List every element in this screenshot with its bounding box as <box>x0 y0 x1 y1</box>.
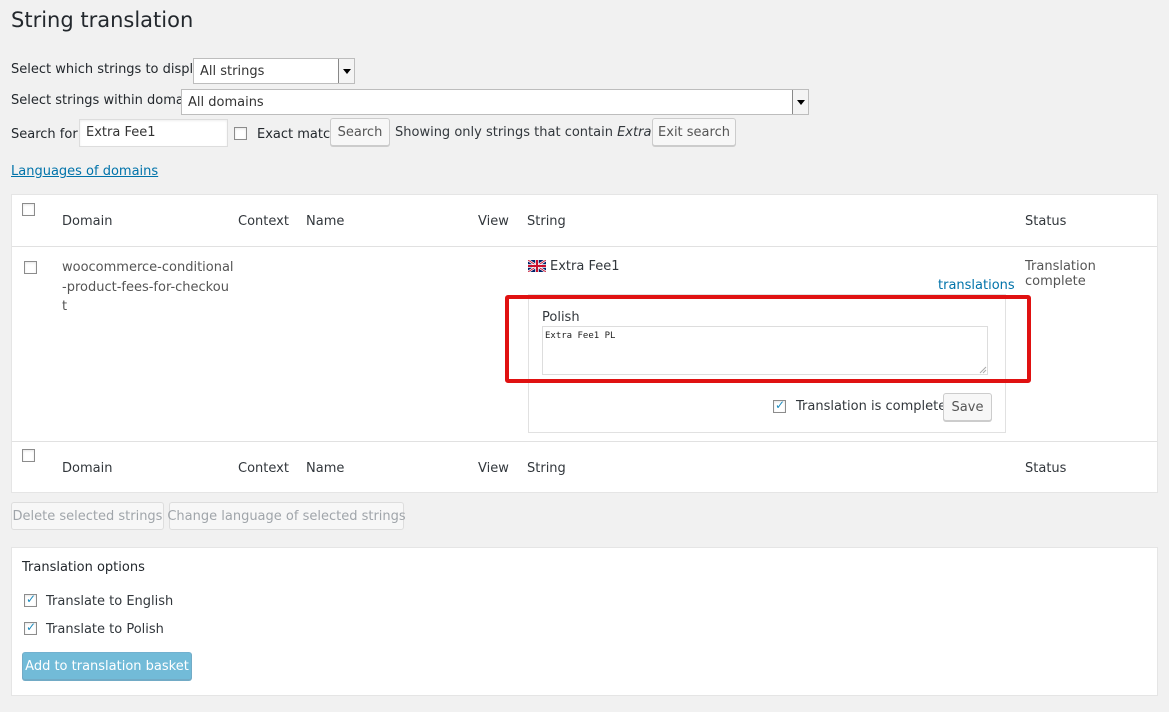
row-domain-line: t <box>62 299 68 314</box>
display-select[interactable]: All strings <box>193 58 355 84</box>
column-header-domain[interactable]: Domain <box>62 214 112 229</box>
column-footer-status[interactable]: Status <box>1025 461 1066 476</box>
display-filter-label: Select which strings to display: <box>11 62 213 77</box>
search-input-value: Extra Fee1 <box>86 125 156 140</box>
delete-selected-button[interactable]: Delete selected strings <box>11 502 164 530</box>
column-footer-domain[interactable]: Domain <box>62 461 112 476</box>
row-domain-line: -product-fees-for-checkou <box>62 279 229 295</box>
domain-select-value: All domains <box>188 95 264 110</box>
change-language-button[interactable]: Change language of selected strings <box>167 502 406 530</box>
translate-english-label: Translate to English <box>46 594 174 609</box>
select-all-checkbox[interactable] <box>22 203 35 216</box>
display-select-value: All strings <box>200 64 265 79</box>
column-footer-context[interactable]: Context <box>238 461 289 476</box>
translation-options-title: Translation options <box>22 560 145 575</box>
row-checkbox[interactable] <box>24 261 37 274</box>
exact-match-checkbox[interactable] <box>234 127 247 140</box>
row-domain-line: woocommerce-conditional <box>62 260 234 275</box>
column-header-context[interactable]: Context <box>238 214 289 229</box>
column-header-string[interactable]: String <box>527 214 566 229</box>
row-string: Extra Fee1 <box>550 259 620 274</box>
translate-english-checkbox[interactable] <box>24 592 37 607</box>
translation-complete-checkbox[interactable] <box>773 398 786 413</box>
search-status-prefix: Showing only strings that contain <box>395 125 613 140</box>
column-footer-string[interactable]: String <box>527 461 566 476</box>
select-all-checkbox-footer[interactable] <box>22 449 35 462</box>
highlight-box <box>505 295 1031 383</box>
search-input[interactable]: Extra Fee1 <box>79 119 228 147</box>
exit-search-button[interactable]: Exit search <box>652 118 736 146</box>
column-header-view[interactable]: View <box>478 214 509 229</box>
translation-complete-label: Translation is complete <box>796 399 947 414</box>
page-title: String translation <box>11 8 194 32</box>
translation-options-panel: Translation options Translate to English… <box>11 547 1158 696</box>
dropdown-arrow-icon <box>338 59 354 83</box>
domain-filter-label: Select strings within domain: <box>11 93 201 108</box>
header-divider <box>12 246 1157 247</box>
add-to-basket-button[interactable]: Add to translation basket <box>22 652 192 680</box>
column-footer-view[interactable]: View <box>478 461 509 476</box>
footer-divider <box>12 441 1157 442</box>
dropdown-arrow-icon <box>792 90 808 114</box>
uk-flag-icon <box>528 260 546 272</box>
row-domain: woocommerce-conditional -product-fees-fo… <box>62 258 234 317</box>
column-header-name[interactable]: Name <box>306 214 344 229</box>
search-label: Search for: <box>11 127 82 142</box>
search-status-text: Showing only strings that contain Extra … <box>395 125 687 140</box>
domain-select[interactable]: All domains <box>181 89 809 115</box>
translations-link[interactable]: translations <box>938 278 1015 293</box>
column-header-status[interactable]: Status <box>1025 214 1066 229</box>
row-status: Translation complete <box>1025 259 1096 289</box>
languages-of-domains-link[interactable]: Languages of domains <box>11 164 158 179</box>
translate-polish-checkbox[interactable] <box>24 620 37 635</box>
translate-polish-label: Translate to Polish <box>46 622 164 637</box>
column-footer-name[interactable]: Name <box>306 461 344 476</box>
exact-match-label: Exact match <box>257 127 339 142</box>
save-button[interactable]: Save <box>943 393 992 421</box>
search-button[interactable]: Search <box>330 118 390 146</box>
